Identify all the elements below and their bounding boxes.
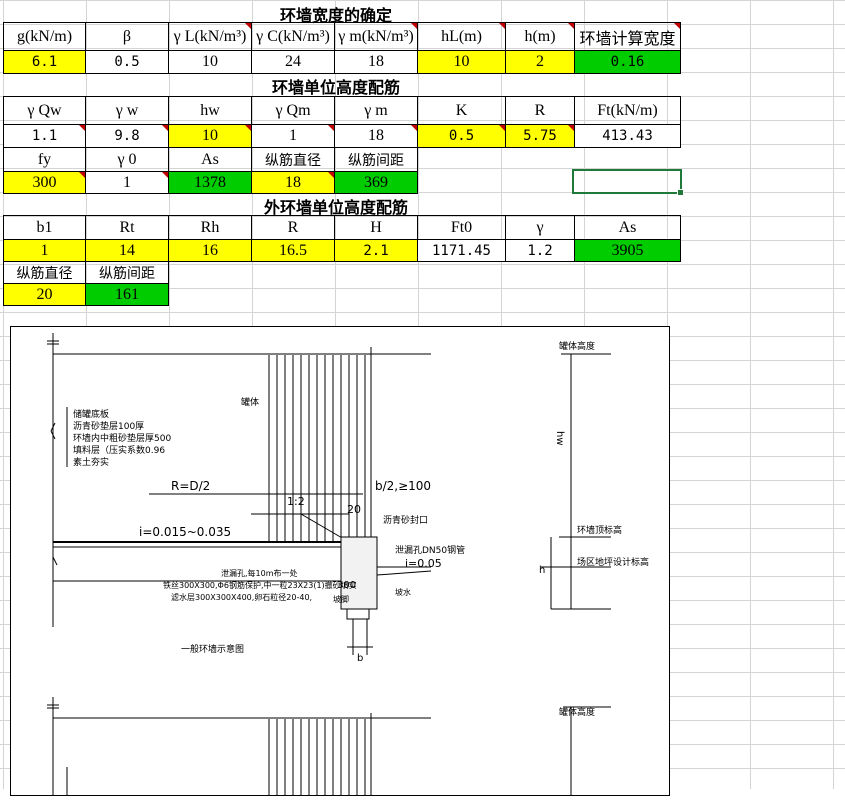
s1-header-gammaL[interactable]: γ L(kN/m³) <box>168 22 252 51</box>
note2-label: 铁丝300X300,Φ6钢筋保护,中一粒23X23(1)撤砂填实 <box>163 580 357 590</box>
s3-header-H[interactable]: H <box>334 215 418 240</box>
slope-foot-label: 坡脚 <box>333 594 349 604</box>
s3-value-Rh[interactable]: 16 <box>168 239 252 262</box>
s2-value-R[interactable]: 5.75 <box>505 124 575 148</box>
s3-value-H[interactable]: 2.1 <box>334 239 418 262</box>
s3-header-Rt[interactable]: Rt <box>85 215 169 240</box>
ring-wall-drawing[interactable]: 储罐底板 沥青砂垫层100厚 环墙内中粗砂垫层厚500 填料层（压实系数0.96… <box>10 326 670 796</box>
s2-header-gammaQm[interactable]: γ Qm <box>251 96 335 125</box>
s3-value-b1[interactable]: 1 <box>3 239 86 262</box>
hw-label: hw <box>554 431 565 446</box>
s2-header-As[interactable]: As <box>168 147 252 172</box>
s3-header-b1[interactable]: b1 <box>3 215 86 240</box>
s1-header-width[interactable]: 环墙计算宽度 <box>574 22 681 51</box>
dim-300-label: 300 <box>337 580 356 591</box>
s2-value-gammaQw[interactable]: 1.1 <box>3 124 86 148</box>
s1-value-h[interactable]: 2 <box>505 50 575 74</box>
i2-label: i=0.05 <box>405 557 442 570</box>
s3-header-R[interactable]: R <box>251 215 335 240</box>
layer-label-3: 环墙内中粗砂垫层厚500 <box>73 432 171 444</box>
s2-header-R[interactable]: R <box>505 96 575 125</box>
s2-header-gammaM[interactable]: γ m <box>334 96 418 125</box>
s2-header-bar-spacing[interactable]: 纵筋间距 <box>334 147 418 172</box>
s3-value-R[interactable]: 16.5 <box>251 239 335 262</box>
wall-label: 罐体 <box>241 396 259 408</box>
s1-value-gammaM[interactable]: 18 <box>334 50 418 74</box>
s3-value-As[interactable]: 3905 <box>574 239 681 262</box>
s3-header-gamma[interactable]: γ <box>505 215 575 240</box>
s2-header-fy[interactable]: fy <box>3 147 86 172</box>
s2-value-gammaQm[interactable]: 1 <box>251 124 335 148</box>
layer-label-5: 素土夯实 <box>73 456 109 468</box>
s2-header-K[interactable]: K <box>417 96 506 125</box>
s1-header-gammaM[interactable]: γ m(kN/m³) <box>334 22 418 51</box>
section1-title: 环墙宽度的确定 <box>279 6 392 25</box>
s1-value-gammaC[interactable]: 24 <box>251 50 335 74</box>
s1-header-hL[interactable]: hL(m) <box>417 22 506 51</box>
note3-label: 滤水层300X300X400,卵石粒径20-40, <box>171 592 312 602</box>
s1-value-hL[interactable]: 10 <box>417 50 506 74</box>
s3-header-Rh[interactable]: Rh <box>168 215 252 240</box>
tank-height-label: 罐体高度 <box>559 340 595 352</box>
s3-header-Ft0[interactable]: Ft0 <box>417 215 506 240</box>
s2-header-gamma0[interactable]: γ 0 <box>85 147 169 172</box>
s3-value-Ft0[interactable]: 1171.45 <box>417 239 506 262</box>
s1-header-h[interactable]: h(m) <box>505 22 575 51</box>
layer-label-1: 储罐底板 <box>73 408 109 420</box>
drawing-caption: 一般环墙示意图 <box>181 643 244 655</box>
s2-header-hw[interactable]: hw <box>168 96 252 125</box>
s2-value-Ft[interactable]: 413.43 <box>574 124 681 148</box>
outer-label: 坡水 <box>395 587 411 597</box>
s2-value-fy[interactable]: 300 <box>3 171 86 194</box>
s3-value-bar-spacing[interactable]: 161 <box>85 283 169 306</box>
h-label: h <box>539 565 545 576</box>
drain-label: 泄漏孔DN50钢管 <box>395 544 465 556</box>
ground-label: 场区地坪设计标高 <box>577 556 649 568</box>
s3-header-bar-diameter[interactable]: 纵筋直径 <box>3 261 86 284</box>
layer-label-2: 沥青砂垫层100厚 <box>73 420 144 432</box>
selected-cell[interactable] <box>572 169 684 196</box>
s3-value-gamma[interactable]: 1.2 <box>505 239 575 262</box>
ring-wall-svg: 储罐底板 沥青砂垫层100厚 环墙内中粗砂垫层厚500 填料层（压实系数0.96… <box>47 333 649 795</box>
note1-label: 泄漏孔,每10m布一处 <box>221 568 298 578</box>
section3-title: 外环墙单位高度配筋 <box>263 198 408 217</box>
s3-header-As[interactable]: As <box>574 215 681 240</box>
s2-value-hw[interactable]: 10 <box>168 124 252 148</box>
s3-value-bar-diameter[interactable]: 20 <box>3 283 86 306</box>
tank-height-label-2: 罐体高度 <box>559 706 595 718</box>
s2-value-bar-spacing[interactable]: 369 <box>334 171 418 194</box>
s2-value-gamma0[interactable]: 1 <box>85 171 169 194</box>
s1-value-beta[interactable]: 0.5 <box>85 50 169 74</box>
s2-value-As[interactable]: 1378 <box>168 171 252 194</box>
s2-header-Ft[interactable]: Ft(kN/m) <box>574 96 681 125</box>
s3-header-bar-spacing[interactable]: 纵筋间距 <box>85 261 169 284</box>
slope-i-label: i=0.015~0.035 <box>139 525 231 539</box>
s1-value-g[interactable]: 6.1 <box>3 50 86 74</box>
radius-label: R=D/2 <box>171 479 210 493</box>
s3-value-Rt[interactable]: 14 <box>85 239 169 262</box>
s1-header-beta[interactable]: β <box>85 22 169 51</box>
dim-20-label: 20 <box>347 503 361 516</box>
s2-header-gammaW[interactable]: γ w <box>85 96 169 125</box>
s1-header-gammaC[interactable]: γ C(kN/m³) <box>251 22 335 51</box>
half-b-label: b/2,≥100 <box>375 479 431 493</box>
s2-header-gammaQw[interactable]: γ Qw <box>3 96 86 125</box>
s1-value-width[interactable]: 0.16 <box>574 50 681 74</box>
b-dim-label: b <box>357 653 363 664</box>
s2-value-bar-diameter[interactable]: 18 <box>251 171 335 194</box>
s1-header-g[interactable]: g(kN/m) <box>3 22 86 51</box>
s2-value-gammaW[interactable]: 9.8 <box>85 124 169 148</box>
s2-value-K[interactable]: 0.5 <box>417 124 506 148</box>
section2-title: 环墙单位高度配筋 <box>271 78 400 97</box>
seal-label: 沥青砂封口 <box>383 514 428 526</box>
ring-top-label: 环墙顶标高 <box>577 524 622 536</box>
s2-value-gammaM[interactable]: 18 <box>334 124 418 148</box>
layer-label-4: 填料层（压实系数0.96 <box>73 444 165 456</box>
s1-value-gammaL[interactable]: 10 <box>168 50 252 74</box>
s2-header-bar-diameter[interactable]: 纵筋直径 <box>251 147 335 172</box>
slope-ratio-label: 1:2 <box>287 495 305 508</box>
